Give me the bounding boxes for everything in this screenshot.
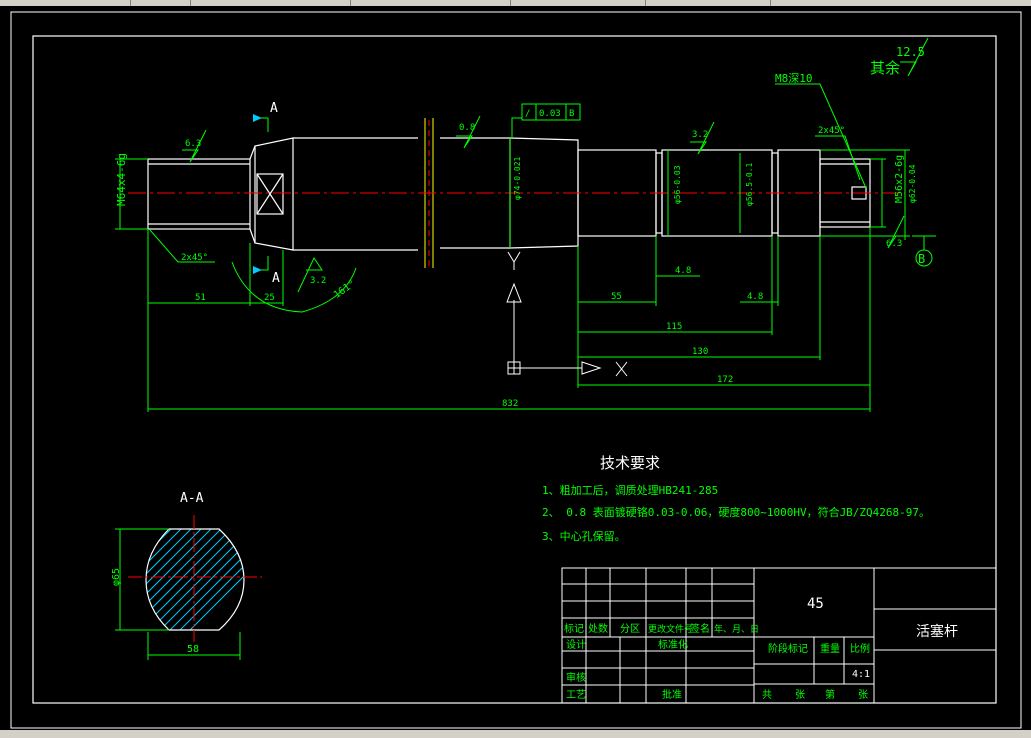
left-thread-section — [147, 158, 251, 230]
label-review: 审核 — [566, 671, 586, 684]
label-design: 设计 — [566, 638, 586, 651]
dim-4-8-a: 4.8 — [675, 266, 691, 276]
label-number: 第 — [825, 688, 835, 701]
label-approve: 批准 — [662, 688, 682, 701]
roughness-08: 0.8 — [459, 123, 475, 133]
dim-172: 172 — [717, 375, 733, 385]
section-view-title: A-A — [180, 491, 204, 506]
section-marker-top: A — [270, 101, 278, 116]
datum-b-label: B — [918, 252, 925, 266]
section-dim-height: φ65 — [111, 568, 122, 586]
label-change-doc: 更改文件号 — [648, 623, 693, 635]
part-name: 活塞杆 — [916, 623, 958, 640]
section-marker-bottom: A — [272, 271, 280, 286]
angle-label: 161° — [332, 278, 358, 301]
label-weight: 重量 — [820, 642, 840, 655]
chamfer-left-label: 2x45° — [181, 253, 208, 263]
section-dim-width: 58 — [187, 644, 199, 655]
drawing-annotations: M64x4-6g M56x2-6g M8深10 2x45° 2x45° A A … — [115, 72, 925, 409]
label-process: 工艺 — [566, 689, 586, 701]
dim-51: 51 — [195, 293, 206, 303]
scale-value: 4:1 — [852, 669, 870, 680]
label-sheets-a: 张 — [795, 689, 805, 701]
dim-115: 115 — [666, 322, 682, 332]
tolerance-symbol: / — [525, 109, 530, 119]
dim-832: 832 — [502, 399, 518, 409]
material-value: 45 — [807, 596, 824, 612]
tech-req-item-1: 1、粗加工后，调质处理HB241-285 — [542, 484, 718, 497]
thread-right-label: M56x2-6g — [894, 155, 905, 203]
label-sheets-b: 张 — [858, 689, 868, 701]
dim-25: 25 — [264, 293, 275, 303]
m8-hole-label: M8深10 — [775, 72, 813, 85]
technical-requirements: 技术要求 1、粗加工后，调质处理HB241-285 2、 0.8 表面镀硬铬0.… — [542, 454, 930, 543]
tolerance-value: 0.03 — [539, 109, 561, 119]
tech-req-item-2: 2、 0.8 表面镀硬铬0.03-0.06，硬度800~1000HV，符合JB/… — [542, 505, 930, 519]
tolerance-datum: B — [569, 109, 574, 119]
roughness-other-label: 其余 — [870, 59, 900, 77]
diameter-56-b: φ56.5-0.1 — [745, 162, 754, 206]
roughness-other-note: 其余 12.5 — [870, 37, 929, 77]
tech-req-title: 技术要求 — [600, 454, 660, 472]
drawing-canvas[interactable]: 其余 12.5 M64x4-6g M56x2-6g M8深10 2x45° 2x… — [0, 0, 1031, 738]
roughness-63-left: 6.3 — [185, 139, 201, 149]
diameter-56-a: φ56-0.03 — [673, 165, 682, 204]
label-stage-mark: 阶段标记 — [768, 642, 808, 655]
label-sign: 签名 — [690, 622, 710, 635]
roughness-32-low: 3.2 — [310, 276, 326, 286]
label-date: 年、月、日 — [714, 623, 759, 635]
dim-4-8-b: 4.8 — [747, 292, 763, 302]
roughness-32-mid: 3.2 — [692, 130, 708, 140]
chamfer-right-label: 2x45° — [818, 126, 845, 136]
thread-left-label: M64x4-6g — [115, 153, 128, 206]
shaft-outline — [147, 137, 871, 251]
label-total: 共 — [762, 689, 772, 701]
tech-req-item-3: 3、中心孔保留。 — [542, 529, 626, 543]
diameter-62: φ62-0.04 — [908, 164, 917, 203]
label-standardize: 标准化 — [658, 638, 688, 651]
diameter-74: φ74-0.021 — [513, 156, 522, 200]
label-scale: 比例 — [850, 642, 870, 655]
dim-130: 130 — [692, 347, 708, 357]
label-zone: 分区 — [620, 623, 640, 635]
roughness-63-right: 6.3 — [886, 239, 902, 249]
window-bottom-bar — [0, 730, 1031, 738]
dim-55: 55 — [611, 292, 622, 302]
label-mark: 标记 — [564, 623, 584, 635]
label-count: 处数 — [588, 622, 608, 635]
section-view-aa: A-A φ65 58 — [111, 491, 262, 660]
